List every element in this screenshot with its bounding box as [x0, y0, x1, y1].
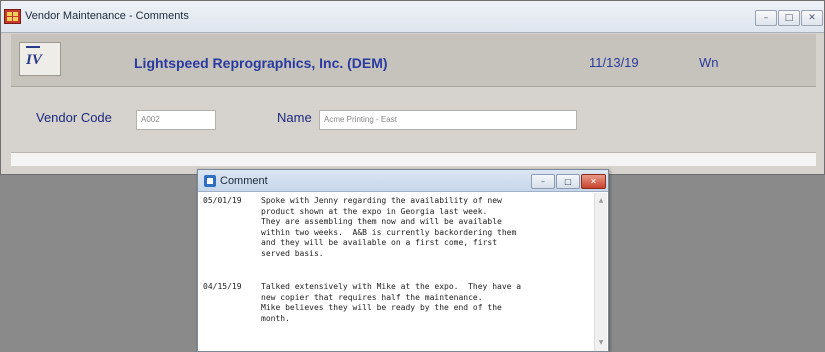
- form-status-bar: [11, 152, 816, 166]
- comment-dialog: Comment – □ ✕ 05/01/19 Spoke with Jenny …: [197, 169, 609, 352]
- comment-icon: [204, 175, 216, 187]
- window-titlebar[interactable]: Vendor Maintenance - Comments – □ ✕: [1, 1, 824, 33]
- comment-date: 04/15/19: [203, 282, 242, 291]
- comment-maximize-button[interactable]: □: [556, 174, 580, 189]
- comment-text-area[interactable]: 05/01/19 Spoke with Jenny regarding the …: [199, 193, 594, 351]
- vendor-name-input[interactable]: Acme Printing - East: [319, 110, 577, 130]
- app-icon: [4, 9, 21, 24]
- comment-date: 05/01/19: [203, 196, 242, 205]
- sage-logo-icon: IV: [19, 42, 61, 76]
- comment-title: Comment: [220, 175, 268, 187]
- scroll-up-icon[interactable]: ▲: [595, 195, 607, 207]
- comment-titlebar[interactable]: Comment – □ ✕: [198, 170, 608, 192]
- maximize-button[interactable]: □: [778, 10, 800, 26]
- scroll-down-icon[interactable]: ▼: [595, 337, 607, 349]
- comment-text: Spoke with Jenny regarding the availabil…: [261, 196, 517, 258]
- comment-scrollbar[interactable]: ▲ ▼: [594, 193, 607, 351]
- module-date: 11/13/19: [589, 55, 639, 70]
- vendor-code-label: Vendor Code: [36, 110, 112, 125]
- user-code: Wn: [699, 55, 719, 70]
- vendor-form: Vendor Code A002 Name Acme Printing - Ea…: [11, 88, 816, 152]
- logo-text: IV: [26, 52, 42, 68]
- company-header: IV Lightspeed Reprographics, Inc. (DEM) …: [11, 34, 816, 87]
- close-button[interactable]: ✕: [801, 10, 823, 26]
- name-label: Name: [277, 110, 312, 125]
- vendor-code-input[interactable]: A002: [136, 110, 216, 130]
- comment-text: Talked extensively with Mike at the expo…: [261, 282, 522, 323]
- vendor-maintenance-window: Vendor Maintenance - Comments – □ ✕ IV L…: [0, 0, 825, 175]
- company-name: Lightspeed Reprographics, Inc. (DEM): [134, 55, 388, 71]
- window-title: Vendor Maintenance - Comments: [25, 10, 189, 22]
- comment-close-button[interactable]: ✕: [581, 174, 606, 189]
- comment-minimize-button[interactable]: –: [531, 174, 555, 189]
- minimize-button[interactable]: –: [755, 10, 777, 26]
